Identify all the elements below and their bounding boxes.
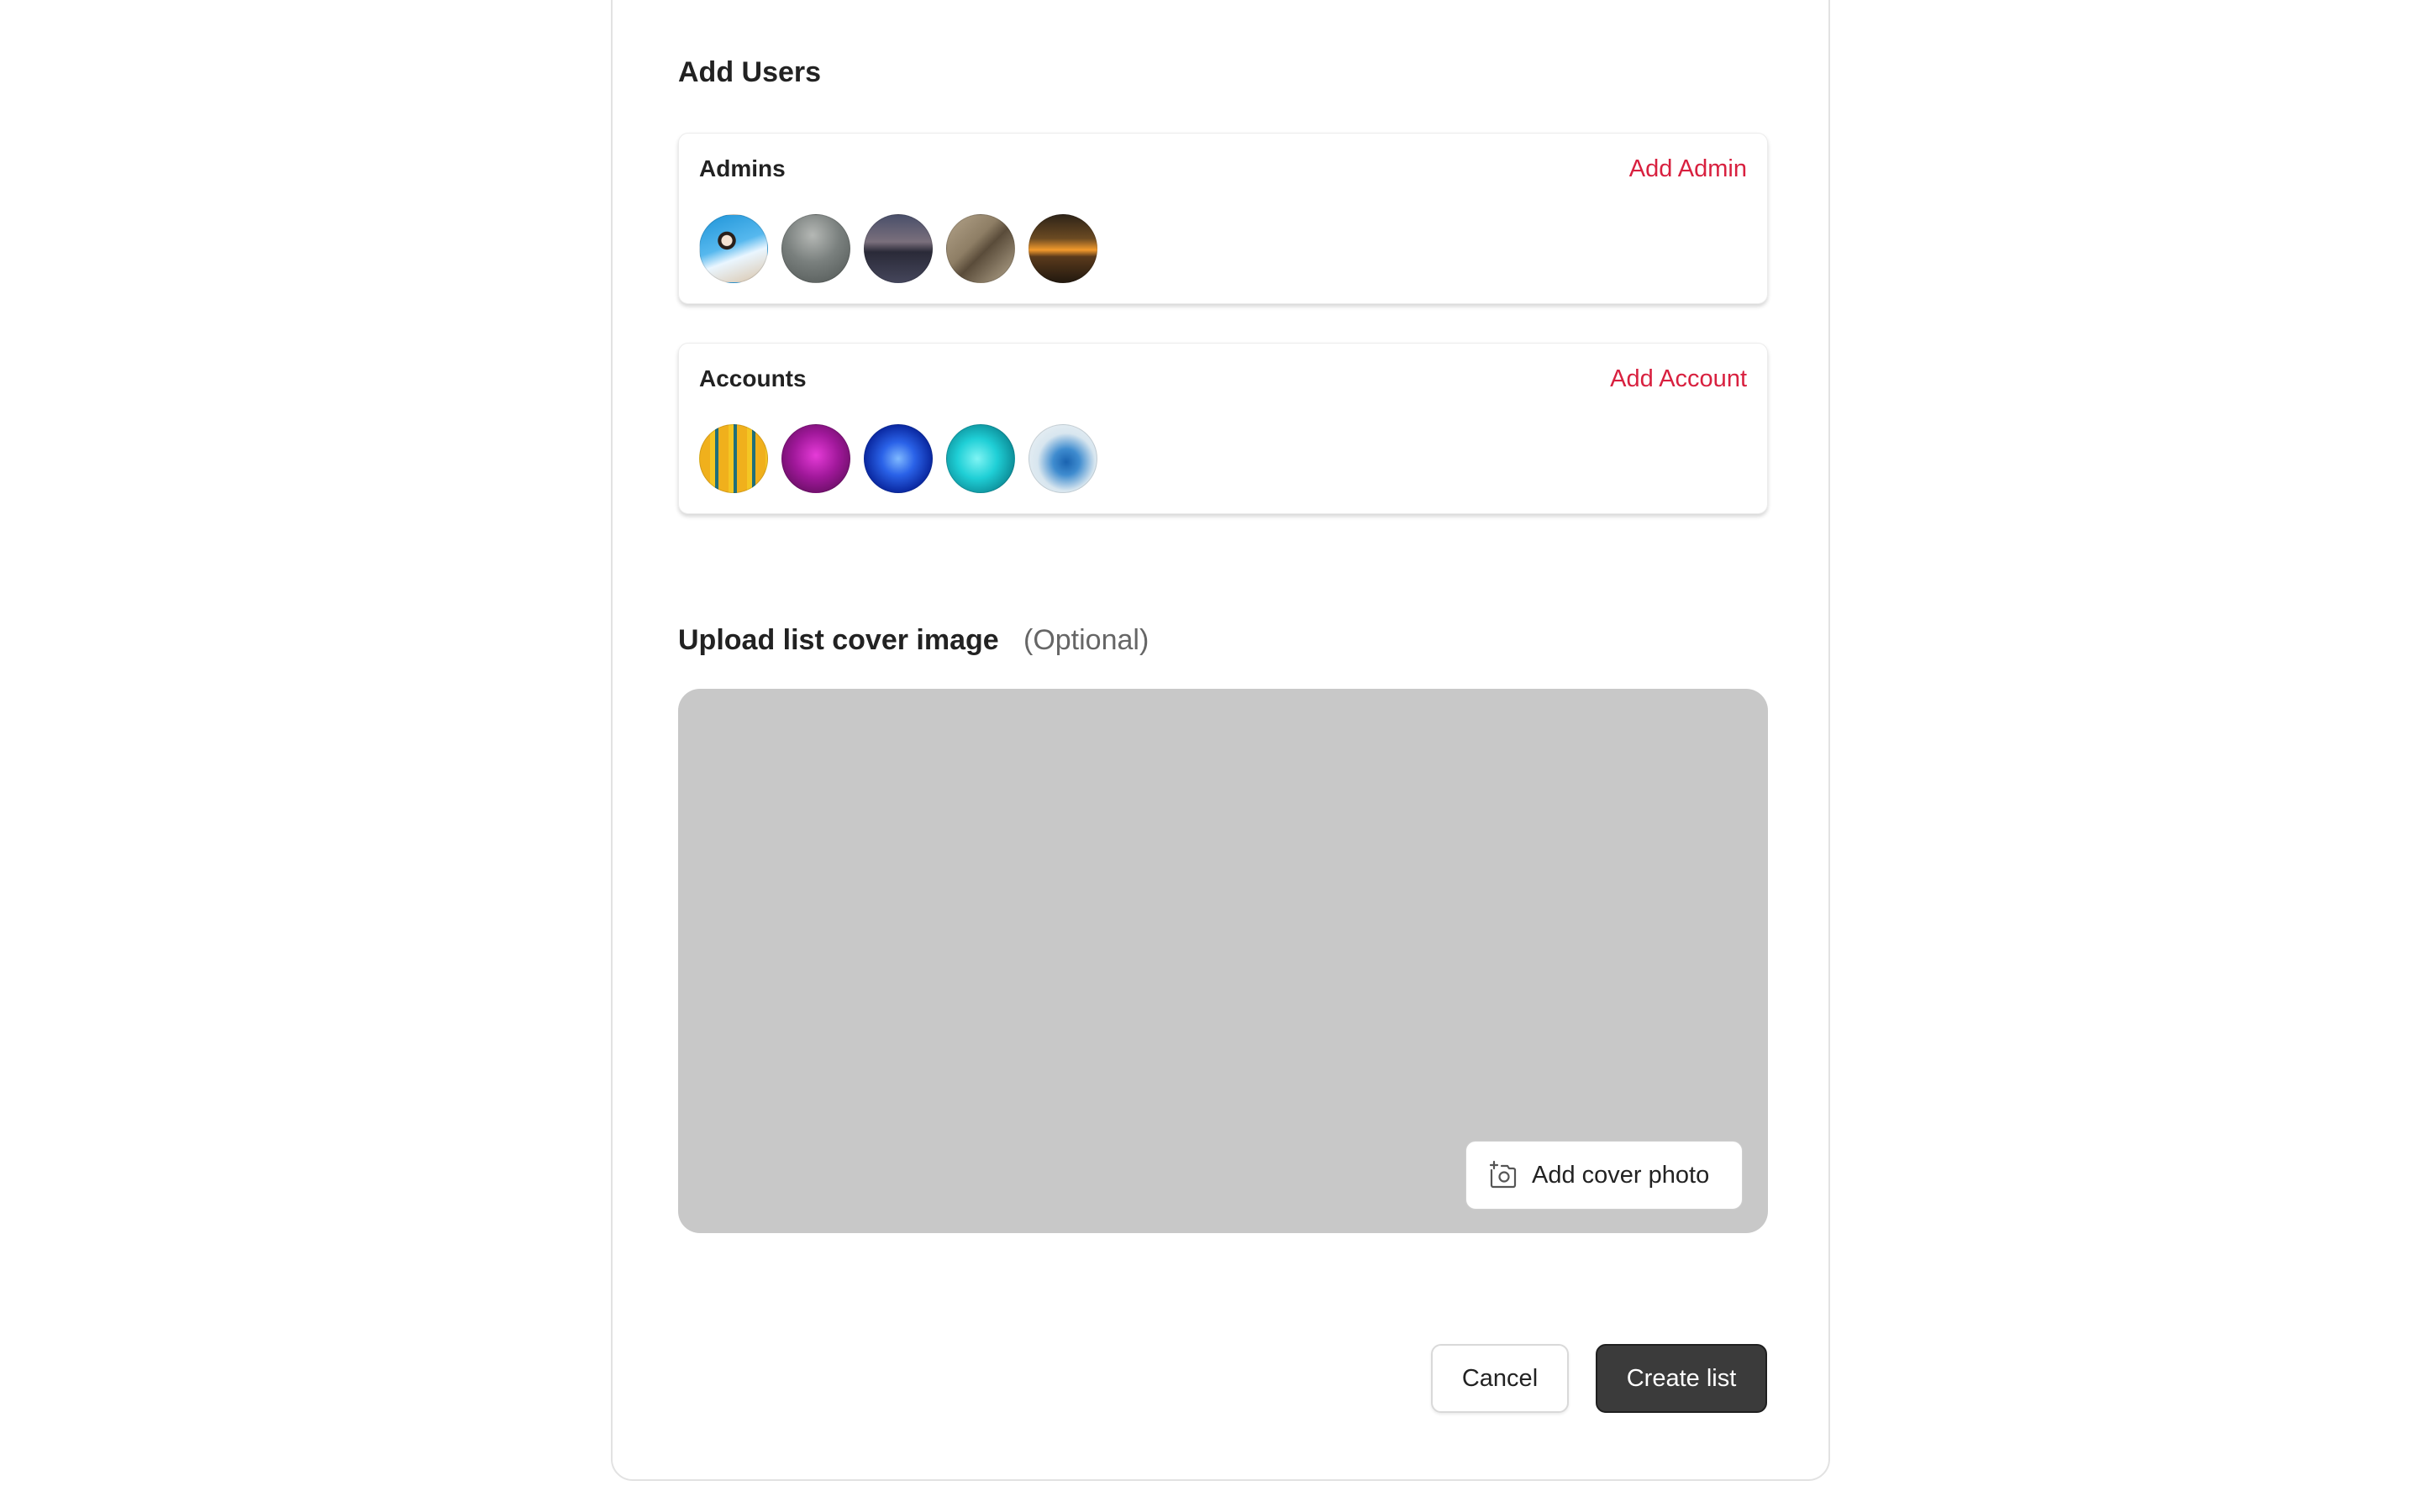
accounts-avatar-list xyxy=(699,424,1097,493)
camera-add-icon xyxy=(1488,1160,1518,1190)
admins-avatar-list xyxy=(699,214,1097,283)
add-account-link[interactable]: Add Account xyxy=(1610,364,1747,394)
accounts-card: Accounts Add Account xyxy=(678,343,1768,514)
add-cover-photo-button[interactable]: Add cover photo xyxy=(1465,1141,1743,1210)
upload-cover-heading: Upload list cover image xyxy=(678,624,999,656)
admin-avatar[interactable] xyxy=(699,214,768,283)
admin-avatar[interactable] xyxy=(1028,214,1097,283)
admin-avatar[interactable] xyxy=(864,214,933,283)
accounts-label: Accounts xyxy=(699,365,807,391)
admins-card: Admins Add Admin xyxy=(678,133,1768,304)
account-avatar[interactable] xyxy=(1028,424,1097,493)
account-avatar[interactable] xyxy=(946,424,1015,493)
cover-image-dropzone[interactable]: Add cover photo xyxy=(678,689,1768,1233)
account-avatar[interactable] xyxy=(781,424,850,493)
create-list-button[interactable]: Create list xyxy=(1596,1344,1767,1413)
cancel-button[interactable]: Cancel xyxy=(1431,1344,1569,1413)
admin-avatar[interactable] xyxy=(946,214,1015,283)
admin-avatar[interactable] xyxy=(781,214,850,283)
add-admin-link[interactable]: Add Admin xyxy=(1629,154,1747,184)
add-cover-photo-label: Add cover photo xyxy=(1532,1161,1710,1189)
account-avatar[interactable] xyxy=(699,424,768,493)
add-users-heading: Add Users xyxy=(678,56,822,88)
account-avatar[interactable] xyxy=(864,424,933,493)
admins-label: Admins xyxy=(699,155,786,181)
optional-hint: (Optional) xyxy=(1023,624,1150,656)
